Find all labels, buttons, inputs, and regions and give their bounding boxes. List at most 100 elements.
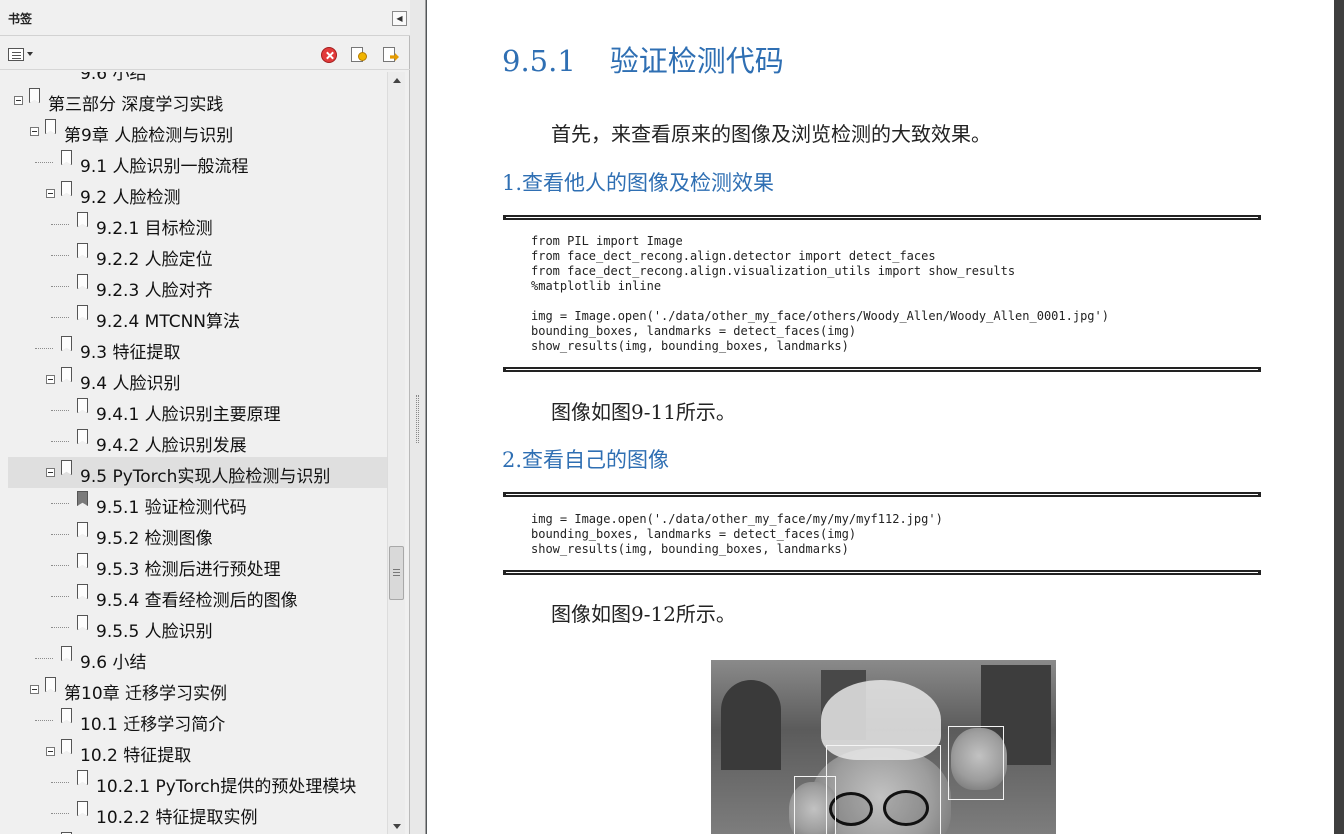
bookmark-item[interactable]: 9.4 人脸识别: [8, 364, 387, 395]
bookmark-item[interactable]: 9.5.1 验证检测代码: [8, 488, 387, 519]
bookmark-icon: [77, 243, 88, 258]
bookmark-label: 9.6 小结: [80, 653, 147, 673]
bookmark-item[interactable]: 9.2.4 MTCNN算法: [8, 302, 387, 333]
bookmarks-title: 书签: [8, 12, 33, 26]
bookmark-item[interactable]: 9.2.1 目标检测: [8, 209, 387, 240]
bookmark-icon: [77, 274, 88, 289]
bookmark-icon: [77, 801, 88, 816]
tree-guide: [51, 627, 69, 628]
tree-guide: [51, 534, 69, 535]
bookmark-icon: [45, 677, 56, 692]
code-line: from face_dect_recong.align.visualizatio…: [531, 264, 1016, 278]
bookmark-item[interactable]: 9.6 小结: [8, 72, 387, 85]
bookmark-icon: [61, 708, 72, 723]
bookmarks-header: 书签 ◀: [0, 0, 410, 36]
bookmarks-toolbar: [0, 36, 410, 70]
tree-guide: [51, 813, 69, 814]
bookmark-item[interactable]: 10.3 数据增强: [8, 829, 387, 834]
bookmark-icon: [61, 336, 72, 351]
bookmark-item[interactable]: 第三部分 深度学习实践: [8, 85, 387, 116]
collapse-toggle-icon[interactable]: [30, 127, 39, 136]
bookmarks-panel: 书签 ◀ 9.6 小结 第三部分 深度学习实践 第9章 人脸检测与识别 9.1 人脸识…: [0, 0, 410, 834]
pdf-page: 9.5.1 验证检测代码 首先，来查看原来的图像及浏览检测的大致效果。 1.查看他…: [427, 0, 1334, 834]
document-viewer[interactable]: 9.5.1 验证检测代码 首先，来查看原来的图像及浏览检测的大致效果。 1.查看他…: [427, 0, 1344, 834]
bookmark-icon: [29, 88, 40, 103]
tree-guide: [51, 410, 69, 411]
bookmark-item[interactable]: 9.5.2 检测图像: [8, 519, 387, 550]
code-rule-top-2: [503, 492, 1261, 497]
bookmark-icon: [45, 119, 56, 134]
bookmark-item[interactable]: 9.5.3 检测后进行预处理: [8, 550, 387, 581]
bookmark-item[interactable]: 10.1 迁移学习简介: [8, 705, 387, 736]
tree-guide: [35, 348, 53, 349]
bookmark-item[interactable]: 9.2.2 人脸定位: [8, 240, 387, 271]
bookmark-item[interactable]: 9.5 PyTorch实现人脸检测与识别: [8, 457, 387, 488]
code-line: bounding_boxes, landmarks = detect_faces…: [531, 527, 857, 541]
bookmark-item[interactable]: 10.2 特征提取: [8, 736, 387, 767]
bookmark-label: 10.2.1 PyTorch提供的预处理模块: [96, 777, 357, 797]
new-bookmark-icon[interactable]: [350, 46, 368, 64]
panel-splitter[interactable]: [410, 0, 426, 834]
code-rule-bottom-2: [503, 570, 1261, 575]
bookmark-item[interactable]: 9.6 小结: [8, 643, 387, 674]
bookmark-item[interactable]: 10.2.1 PyTorch提供的预处理模块: [8, 767, 387, 798]
bookmark-label: 9.2.1 目标检测: [96, 219, 213, 239]
bookmark-item[interactable]: 9.3 特征提取: [8, 333, 387, 364]
bookmark-icon: [77, 522, 88, 537]
collapse-toggle-icon[interactable]: [46, 747, 55, 756]
bookmark-label: 9.5.1 验证检测代码: [96, 498, 247, 518]
bookmark-item[interactable]: 第10章 迁移学习实例: [8, 674, 387, 705]
bookmark-item[interactable]: 9.1 人脸识别一般流程: [8, 147, 387, 178]
bookmark-item[interactable]: 9.4.2 人脸识别发展: [8, 426, 387, 457]
bookmark-label: 9.1 人脸识别一般流程: [80, 157, 249, 177]
face-bounding-box: [826, 745, 941, 834]
bookmark-icon: [77, 615, 88, 630]
bookmark-label: 第10章 迁移学习实例: [64, 684, 228, 704]
bookmark-label: 10.2.2 特征提取实例: [96, 808, 258, 828]
code-line: show_results(img, bounding_boxes, landma…: [531, 339, 849, 353]
bookmark-item[interactable]: 9.5.4 查看经检测后的图像: [8, 581, 387, 612]
bookmark-icon: [61, 460, 72, 475]
bookmark-label: 10.2 特征提取: [80, 746, 192, 766]
delete-bookmark-icon[interactable]: [321, 47, 337, 63]
scroll-down-icon[interactable]: [393, 824, 401, 829]
intro-paragraph: 首先，来查看原来的图像及浏览检测的大致效果。: [551, 122, 991, 146]
splitter-grip-icon[interactable]: [416, 395, 419, 443]
expand-bookmark-icon[interactable]: [382, 46, 400, 64]
bookmark-item[interactable]: 9.2 人脸检测: [8, 178, 387, 209]
tree-guide: [35, 162, 53, 163]
subheading-2: 2.查看自己的图像: [502, 448, 670, 472]
viewer-gutter: [1334, 0, 1344, 834]
bookmark-options-icon[interactable]: [8, 47, 34, 63]
scroll-up-icon[interactable]: [393, 78, 401, 83]
bookmark-label: 9.4.2 人脸识别发展: [96, 436, 247, 456]
code-line: bounding_boxes, landmarks = detect_faces…: [531, 324, 857, 338]
section-title: 验证检测代码: [609, 44, 784, 78]
bookmarks-scrollbar[interactable]: [387, 72, 405, 834]
tree-guide: [51, 503, 69, 504]
bookmark-tree: 9.6 小结 第三部分 深度学习实践 第9章 人脸检测与识别 9.1 人脸识别一般流程…: [8, 72, 387, 834]
collapse-toggle-icon[interactable]: [30, 685, 39, 694]
bookmark-item[interactable]: 10.2.2 特征提取实例: [8, 798, 387, 829]
bookmark-item[interactable]: 9.5.5 人脸识别: [8, 612, 387, 643]
code-block-2: img = Image.open('./data/other_my_face/m…: [531, 512, 943, 557]
tree-guide: [51, 565, 69, 566]
bookmark-label: 9.4 人脸识别: [80, 374, 181, 394]
scrollbar-thumb[interactable]: [389, 546, 404, 600]
bookmark-icon: [77, 305, 88, 320]
bookmark-item[interactable]: 第9章 人脸检测与识别: [8, 116, 387, 147]
bookmark-label: 9.5 PyTorch实现人脸检测与识别: [80, 467, 331, 487]
collapse-toggle-icon[interactable]: [14, 96, 23, 105]
bookmark-icon: [77, 770, 88, 785]
collapse-toggle-icon[interactable]: [46, 375, 55, 384]
bookmark-label: 第三部分 深度学习实践: [48, 95, 224, 115]
collapse-panel-icon[interactable]: ◀: [392, 11, 407, 26]
bookmark-item[interactable]: 9.2.3 人脸对齐: [8, 271, 387, 302]
collapse-toggle-icon[interactable]: [46, 189, 55, 198]
tree-guide: [35, 720, 53, 721]
tree-guide: [51, 255, 69, 256]
bookmark-icon: [77, 553, 88, 568]
collapse-toggle-icon[interactable]: [46, 468, 55, 477]
figure-caption-2: 图像如图9-12所示。: [551, 602, 736, 626]
bookmark-item[interactable]: 9.4.1 人脸识别主要原理: [8, 395, 387, 426]
